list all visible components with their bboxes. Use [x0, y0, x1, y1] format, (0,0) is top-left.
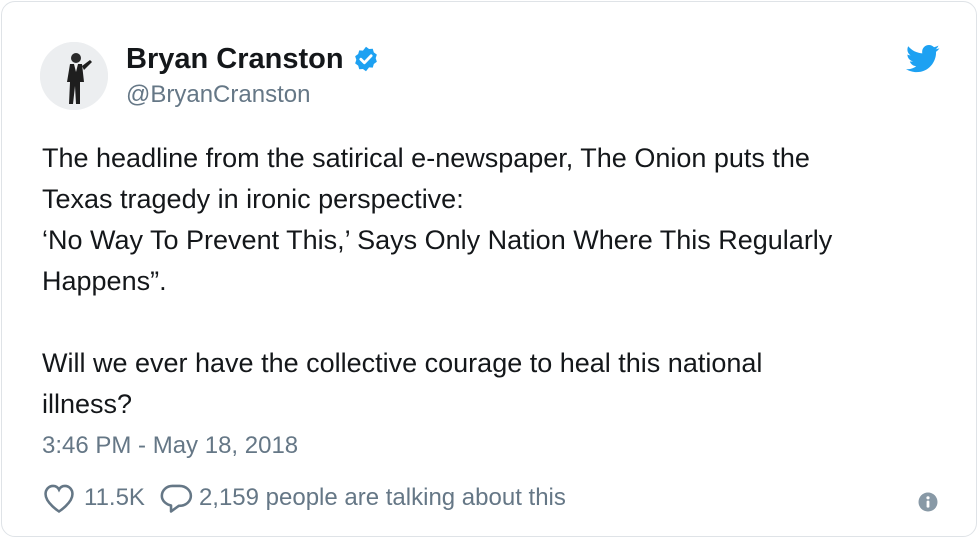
- author-handle[interactable]: @BryanCranston: [126, 80, 310, 110]
- twitter-bird-icon[interactable]: [906, 44, 940, 74]
- tweet-text: The headline from the satirical e-newspa…: [42, 138, 947, 425]
- tweet-line: Happens”.: [42, 266, 167, 296]
- conversation-button[interactable]: 2,159 people are talking about this: [159, 482, 566, 514]
- talking-count: 2,159 people are talking about this: [198, 484, 566, 511]
- action-bar: 11.5K 2,159 people are talking about thi…: [42, 482, 566, 514]
- comment-bubble-icon: [160, 484, 193, 513]
- tweet-card: Bryan Cranston @BryanCranston The headli…: [1, 1, 977, 537]
- tweet-line: illness?: [42, 389, 133, 419]
- tweet-line: Texas tragedy in ironic perspective:: [42, 184, 464, 214]
- tweet-line: The headline from the satirical e-newspa…: [42, 143, 810, 173]
- info-icon[interactable]: [918, 492, 938, 512]
- timestamp[interactable]: 3:46 PM - May 18, 2018: [42, 430, 298, 462]
- verified-badge-icon: [354, 46, 377, 72]
- author-name-row[interactable]: Bryan Cranston: [126, 42, 380, 76]
- avatar[interactable]: [40, 42, 108, 110]
- tweet-line: ‘No Way To Prevent This,’ Says Only Nati…: [42, 225, 833, 255]
- author-name[interactable]: Bryan Cranston: [126, 42, 344, 76]
- like-count: 11.5K: [84, 484, 145, 511]
- like-button[interactable]: 11.5K: [42, 482, 145, 514]
- tweet-line: Will we ever have the collective courage…: [42, 348, 763, 378]
- heart-icon: [44, 484, 74, 513]
